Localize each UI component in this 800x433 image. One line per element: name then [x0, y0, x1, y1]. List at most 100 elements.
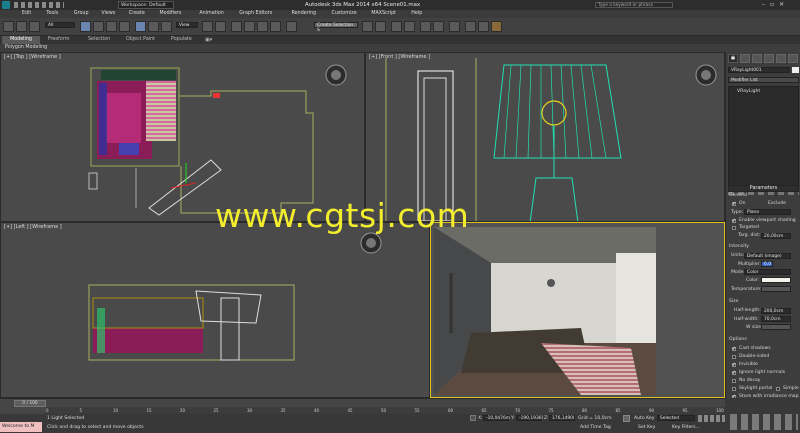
- invisible-checkbox[interactable]: [732, 362, 736, 368]
- viewport-left[interactable]: [+] [Left ] [Wireframe ]: [0, 222, 430, 398]
- render-setup-icon[interactable]: [465, 21, 476, 32]
- timeline-ruler[interactable]: 0 5 10 15 20 25 30 35 40 45 50 55 60 65 70 75 80 85 90 95 10…: [46, 407, 725, 414]
- menu-item-group[interactable]: Group: [74, 11, 89, 16]
- viewport-shading-checkbox[interactable]: [732, 218, 736, 224]
- spinner-snap-icon[interactable]: [270, 21, 281, 32]
- snaps-toggle-icon[interactable]: [231, 21, 242, 32]
- menu-item-graph-editors[interactable]: Graph Editors: [239, 11, 272, 16]
- rendered-frame-window-icon[interactable]: [478, 21, 489, 32]
- skylight-portal-checkbox[interactable]: [732, 387, 736, 391]
- half-width-spinner[interactable]: 70,0cm: [761, 316, 791, 322]
- select-by-name-icon[interactable]: [93, 21, 104, 32]
- on-checkbox[interactable]: [732, 201, 736, 207]
- units-dropdown[interactable]: Default (image): [744, 253, 791, 259]
- ribbon-tab-selection[interactable]: Selection: [88, 37, 110, 42]
- select-manipulate-icon[interactable]: [215, 21, 226, 32]
- ribbon-subtab-polygon-modeling[interactable]: Polygon Modeling: [5, 45, 47, 50]
- ribbon-tab-modeling[interactable]: Modeling: [2, 36, 40, 44]
- no-decay-checkbox[interactable]: [732, 379, 736, 383]
- create-tab-icon[interactable]: ✱: [728, 54, 738, 63]
- ribbon-tab-object-paint[interactable]: Object Paint: [126, 37, 155, 42]
- modify-tab-icon[interactable]: [740, 54, 750, 63]
- y-coordinate-field[interactable]: -190,1936I: [516, 415, 543, 421]
- w-size-spinner[interactable]: [761, 324, 791, 330]
- mode-dropdown[interactable]: Color: [744, 269, 791, 275]
- menu-item-customize[interactable]: Customize: [332, 11, 357, 16]
- double-sided-checkbox[interactable]: [732, 355, 736, 359]
- curve-editor-icon[interactable]: [420, 21, 431, 32]
- playback-controls[interactable]: [698, 415, 725, 422]
- menu-item-create[interactable]: Create: [129, 11, 145, 16]
- menu-item-rendering[interactable]: Rendering: [292, 11, 317, 16]
- menu-item-views[interactable]: Views: [101, 11, 115, 16]
- ignore-light-normals-checkbox[interactable]: [732, 370, 736, 376]
- viewport-navigation-controls[interactable]: [730, 414, 798, 430]
- auto-key-button[interactable]: Auto Key: [634, 416, 654, 421]
- undo-icon[interactable]: [3, 21, 14, 32]
- percent-snap-icon[interactable]: [257, 21, 268, 32]
- app-logo-icon[interactable]: [2, 1, 10, 9]
- menu-item-help[interactable]: Help: [411, 11, 422, 16]
- add-time-tag-button[interactable]: Add Time Tag: [580, 425, 611, 430]
- type-dropdown[interactable]: Plane: [744, 209, 791, 215]
- rollout-parameters[interactable]: Parameters: [728, 185, 799, 192]
- menu-item-animation[interactable]: Animation: [199, 11, 223, 16]
- utilities-tab-icon[interactable]: [788, 54, 798, 63]
- motion-tab-icon[interactable]: [764, 54, 774, 63]
- select-object-icon[interactable]: [80, 21, 91, 32]
- menu-item-tools[interactable]: Tools: [46, 11, 58, 16]
- modifier-stack[interactable]: VRayLight: [728, 86, 799, 186]
- ribbon-tab-populate[interactable]: Populate: [171, 37, 192, 42]
- time-slider-thumb[interactable]: 0 / 100: [14, 400, 46, 407]
- menu-item-maxscript[interactable]: MAXScript: [371, 11, 396, 16]
- ribbon-tab-freeform[interactable]: Freeform: [48, 37, 69, 42]
- simple-checkbox[interactable]: [776, 387, 780, 391]
- time-slider[interactable]: 0 / 100 0 5 10 15 20 25 30 35 40 45 50 55 60 65 70 75 80…: [0, 398, 725, 414]
- pivot-icon[interactable]: [202, 21, 213, 32]
- display-tab-icon[interactable]: [776, 54, 786, 63]
- hierarchy-tab-icon[interactable]: [752, 54, 762, 63]
- edit-named-selection-icon[interactable]: [286, 21, 297, 32]
- key-icon[interactable]: [623, 415, 630, 422]
- cast-shadows-checkbox[interactable]: [732, 346, 736, 352]
- color-swatch[interactable]: [761, 277, 791, 283]
- ribbon-options-icon[interactable]: ▣▾: [205, 37, 212, 43]
- redo-icon[interactable]: [16, 21, 27, 32]
- multiplier-spinner[interactable]: 6,0: [761, 261, 773, 267]
- key-filter-dropdown[interactable]: Selected: [657, 415, 695, 421]
- angle-snap-icon[interactable]: [244, 21, 255, 32]
- layer-manager-icon[interactable]: [391, 21, 402, 32]
- z-coordinate-field[interactable]: 176,1490I: [549, 415, 575, 421]
- render-production-icon[interactable]: [491, 21, 502, 32]
- temperature-spinner[interactable]: [761, 286, 791, 292]
- exclude-button[interactable]: Exclude: [768, 201, 786, 206]
- mirror-icon[interactable]: [362, 21, 373, 32]
- targ-dist-spinner[interactable]: 20,00cm: [761, 233, 791, 239]
- targeted-checkbox[interactable]: [732, 226, 736, 230]
- material-editor-icon[interactable]: [449, 21, 460, 32]
- move-icon[interactable]: [135, 21, 146, 32]
- search-input[interactable]: Type a keyword or phrase: [595, 2, 673, 8]
- menu-item-edit[interactable]: Edit: [22, 11, 31, 16]
- object-color-swatch[interactable]: [792, 67, 799, 73]
- half-length-spinner[interactable]: 200,0cm: [761, 308, 791, 314]
- stack-item-vraylight[interactable]: VRayLight: [737, 89, 760, 94]
- window-crossing-icon[interactable]: [119, 21, 130, 32]
- key-filters-button[interactable]: Key Filters...: [672, 425, 700, 430]
- scale-icon[interactable]: [161, 21, 172, 32]
- link-icon[interactable]: [29, 21, 40, 32]
- schematic-view-icon[interactable]: [433, 21, 444, 32]
- reference-coordinate-dropdown[interactable]: View: [176, 22, 198, 28]
- x-coordinate-field[interactable]: -10,0476m: [483, 415, 510, 421]
- named-selection-set-dropdown[interactable]: Create Selection S: [314, 22, 358, 33]
- selection-filter-dropdown[interactable]: All: [45, 22, 75, 28]
- select-region-icon[interactable]: [106, 21, 117, 32]
- maxscript-listener[interactable]: Welcome to M: [0, 422, 42, 432]
- set-key-button[interactable]: Set Key: [638, 425, 655, 430]
- workspace-dropdown[interactable]: Workspace: Default: [118, 1, 174, 9]
- window-controls[interactable]: –▫✕: [762, 1, 798, 8]
- menu-item-modifiers[interactable]: Modifiers: [160, 11, 182, 16]
- graphite-toggle-icon[interactable]: [404, 21, 415, 32]
- quick-access-toolbar[interactable]: [14, 2, 64, 8]
- object-name-field[interactable]: VRayLight001: [728, 67, 790, 73]
